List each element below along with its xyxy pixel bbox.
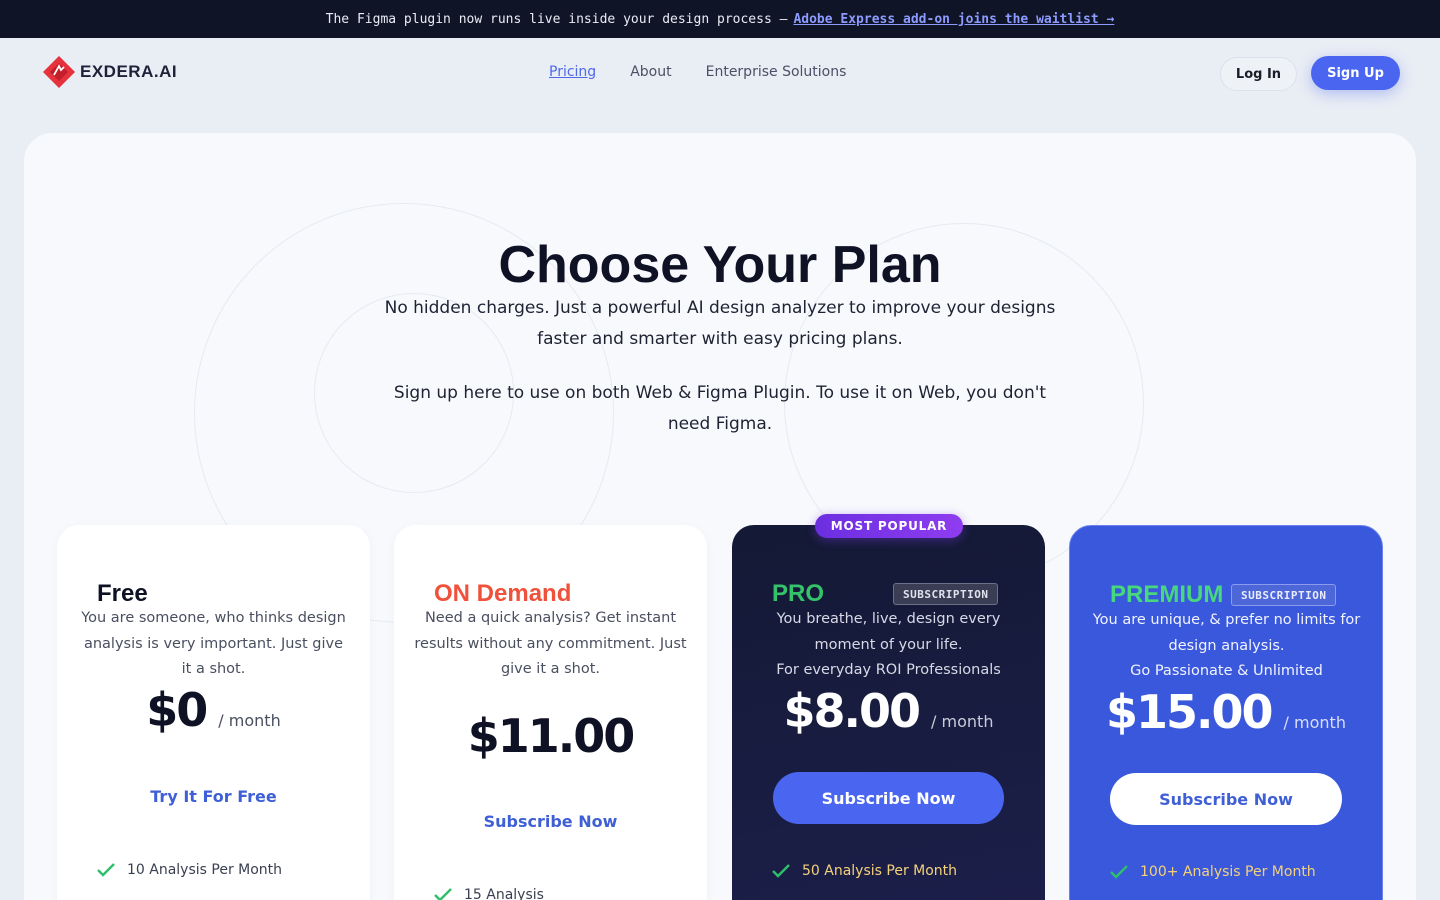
logo[interactable]: EXDERA.AI	[42, 55, 177, 89]
page-subtitle-web: Sign up here to use on both Web & Figma …	[393, 383, 1047, 434]
plan-name: Free	[97, 580, 148, 607]
plan-period: / month	[218, 711, 281, 730]
plan-price: $8.00	[783, 684, 922, 738]
subscribe-button[interactable]: Subscribe Now	[1110, 773, 1342, 825]
subscription-badge: SUBSCRIPTION	[893, 583, 999, 605]
plan-price: $15.00	[1106, 685, 1274, 739]
logo-text: EXDERA.AI	[80, 62, 178, 81]
plan-card-premium: PREMIUM SUBSCRIPTION You are unique, & p…	[1069, 525, 1383, 900]
subscription-badge: SUBSCRIPTION	[1231, 584, 1337, 606]
feature-item: 100+ Analysis Per Month	[1110, 864, 1316, 880]
plan-description: You are someone, who thinks design analy…	[81, 610, 346, 677]
page-subtitle: No hidden charges. Just a powerful AI de…	[384, 298, 1056, 349]
feature-label: 10 Analysis Per Month	[127, 862, 283, 878]
logo-icon	[42, 55, 76, 89]
feature-item: 15 Analysis	[434, 887, 544, 900]
plan-card-free: Free You are someone, who thinks design …	[57, 525, 370, 900]
nav-link-pricing[interactable]: Pricing	[549, 64, 596, 80]
plan-description: Need a quick analysis? Get instant resul…	[414, 610, 687, 677]
subscribe-button[interactable]: Subscribe Now	[394, 812, 707, 831]
announcement-link[interactable]: Adobe Express add-on joins the waitlist …	[793, 12, 1114, 27]
plan-name: PRO	[772, 580, 825, 607]
nav-link-about[interactable]: About	[630, 64, 671, 80]
price-row: $8.00 / month	[732, 684, 1045, 738]
nav-link-enterprise[interactable]: Enterprise Solutions	[706, 64, 847, 80]
announcement-bar: The Figma plugin now runs live inside yo…	[0, 0, 1440, 38]
plan-price: $11.00	[467, 709, 636, 763]
login-button[interactable]: Log In	[1220, 57, 1297, 91]
price-row: $15.00 / month	[1070, 685, 1382, 739]
plan-tagline: For everyday ROI Professionals	[776, 662, 1001, 678]
signup-button[interactable]: Sign Up	[1311, 56, 1400, 90]
plan-card-pro: PRO SUBSCRIPTION You breathe, live, desi…	[732, 525, 1045, 900]
plan-name: ON Demand	[434, 580, 572, 607]
feature-label: 15 Analysis	[464, 887, 544, 900]
plan-description: You breathe, live, design every moment o…	[776, 611, 1001, 653]
plan-period: / month	[931, 712, 994, 731]
announcement-text: The Figma plugin now runs live inside yo…	[325, 11, 788, 27]
plan-period: / month	[1283, 713, 1346, 732]
top-nav: EXDERA.AI Pricing About Enterprise Solut…	[0, 38, 1440, 110]
most-popular-badge: MOST POPULAR	[815, 514, 963, 538]
price-row: $11.00	[394, 709, 707, 763]
plan-name: PREMIUM	[1110, 581, 1224, 608]
feature-item: 10 Analysis Per Month	[97, 862, 282, 878]
check-icon	[434, 888, 452, 900]
plan-description: You are unique, & prefer no limits for d…	[1092, 612, 1361, 654]
plan-price: $0	[146, 683, 208, 737]
nav-links: Pricing About Enterprise Solutions	[549, 64, 846, 80]
plan-card-on-demand: ON Demand Need a quick analysis? Get ins…	[394, 525, 707, 900]
try-free-button[interactable]: Try It For Free	[57, 787, 370, 806]
page-title: Choose Your Plan	[498, 236, 942, 294]
feature-item: 50 Analysis Per Month	[772, 863, 957, 879]
feature-label: 50 Analysis Per Month	[802, 863, 958, 879]
check-icon	[1110, 865, 1128, 879]
feature-label: 100+ Analysis Per Month	[1140, 864, 1316, 880]
price-row: $0 / month	[57, 683, 370, 737]
check-icon	[97, 863, 115, 877]
plan-tagline: Go Passionate & Unlimited	[1130, 663, 1323, 679]
subscribe-button[interactable]: Subscribe Now	[773, 772, 1004, 824]
check-icon	[772, 864, 790, 878]
